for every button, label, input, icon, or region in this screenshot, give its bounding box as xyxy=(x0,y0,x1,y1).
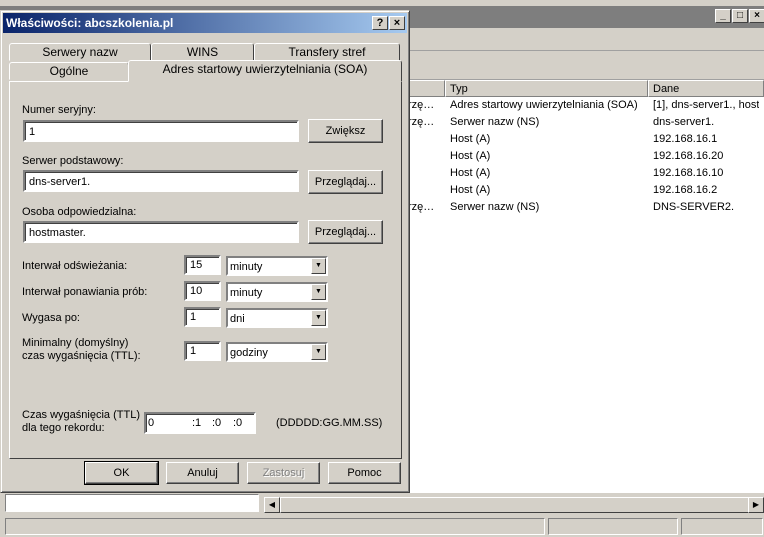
chevron-down-icon[interactable]: ▼ xyxy=(311,344,326,360)
table-row[interactable]: Host (A) 192.168.16.10 xyxy=(405,165,764,182)
minimum-ttl-input[interactable]: 1 xyxy=(184,341,221,361)
records-list[interactable]: Typ Dane rzę… Adres startowy uwierzyteln… xyxy=(405,80,764,493)
table-row[interactable]: Host (A) 192.168.16.2 xyxy=(405,182,764,199)
close-icon[interactable]: × xyxy=(749,9,764,23)
status-pane xyxy=(548,518,678,535)
browse-person-button[interactable]: Przeglądaj... xyxy=(308,220,383,244)
minimum-ttl-unit-value: godziny xyxy=(230,347,268,359)
cell-data: [1], dns-server1., host xyxy=(653,99,760,111)
help-button[interactable]: Pomoc xyxy=(328,462,401,484)
tab-soa[interactable]: Adres startowy uwierzytelniania (SOA) xyxy=(128,60,402,82)
table-row[interactable]: rzę… Serwer nazw (NS) DNS-SERVER2. xyxy=(405,199,764,216)
record-ttl-input[interactable]: 0 :1 :0 :0 xyxy=(144,412,256,434)
cell-data: dns-server1. xyxy=(653,116,715,128)
refresh-unit-value: minuty xyxy=(230,261,263,273)
maximize-icon[interactable]: □ xyxy=(732,9,748,23)
column-header-type[interactable]: Typ xyxy=(445,80,648,97)
cell-data: 192.168.16.10 xyxy=(653,167,724,179)
scroll-left-icon[interactable]: ◀ xyxy=(264,497,280,513)
cell-type: Host (A) xyxy=(450,150,491,162)
refresh-interval-label: Interwał odświeżania: xyxy=(22,260,128,272)
serial-input[interactable]: 1 xyxy=(23,120,299,142)
cell-data: 192.168.16.20 xyxy=(653,150,724,162)
ttl-days[interactable]: 0 xyxy=(148,416,154,430)
chevron-down-icon[interactable]: ▼ xyxy=(311,284,326,300)
primary-server-label: Serwer podstawowy: xyxy=(22,155,124,167)
table-row[interactable]: rzę… Serwer nazw (NS) dns-server1. xyxy=(405,114,764,131)
background-field[interactable] xyxy=(5,494,259,512)
properties-dialog: Właściwości: abcszkolenia.pl ? × Serwery… xyxy=(0,10,410,493)
ttl-seconds[interactable]: :0 xyxy=(233,416,242,430)
retry-interval-input[interactable]: 10 xyxy=(184,281,221,301)
minimum-ttl-unit-select[interactable]: godziny ▼ xyxy=(226,342,328,362)
minimum-ttl-label-line1: Minimalny (domyślny) xyxy=(22,337,129,349)
ttl-minutes[interactable]: :0 xyxy=(212,416,221,430)
expires-after-label: Wygasa po: xyxy=(22,312,80,324)
dialog-title: Właściwości: abcszkolenia.pl xyxy=(6,16,174,30)
retry-unit-value: minuty xyxy=(230,287,263,299)
refresh-unit-select[interactable]: minuty ▼ xyxy=(226,256,328,276)
minimum-ttl-label-line2: czas wygaśnięcia (TTL): xyxy=(22,350,141,362)
cell-name: rzę… xyxy=(408,99,435,111)
table-row[interactable]: Host (A) 192.168.16.20 xyxy=(405,148,764,165)
table-row[interactable]: rzę… Adres startowy uwierzytelniania (SO… xyxy=(405,97,764,114)
status-pane xyxy=(5,518,545,535)
status-bar xyxy=(0,516,764,537)
increment-button[interactable]: Zwiększ xyxy=(308,119,383,143)
serial-label: Numer seryjny: xyxy=(22,104,96,116)
responsible-person-label: Osoba odpowiedzialna: xyxy=(22,206,137,218)
ok-button[interactable]: OK xyxy=(84,461,159,485)
refresh-interval-input[interactable]: 15 xyxy=(184,255,221,275)
cell-data: 192.168.16.2 xyxy=(653,184,718,196)
cell-name: rzę… xyxy=(408,201,435,213)
cancel-button[interactable]: Anuluj xyxy=(166,462,239,484)
primary-server-input[interactable]: dns-server1. xyxy=(23,170,299,192)
expires-unit-select[interactable]: dni ▼ xyxy=(226,308,328,328)
cell-type: Serwer nazw (NS) xyxy=(450,201,540,213)
status-pane xyxy=(681,518,763,535)
cell-data: 192.168.16.1 xyxy=(653,133,718,145)
cell-name: rzę… xyxy=(408,116,435,128)
close-icon[interactable]: × xyxy=(389,16,405,30)
record-ttl-label-line1: Czas wygaśnięcia (TTL) xyxy=(22,409,140,421)
scrollbar-thumb[interactable] xyxy=(280,497,750,513)
cell-type: Host (A) xyxy=(450,184,491,196)
tab-general[interactable]: Ogólne xyxy=(9,62,129,80)
tab-name-servers[interactable]: Serwery nazw xyxy=(9,43,151,61)
soa-panel: Numer seryjny: 1 Zwiększ Serwer podstawo… xyxy=(9,81,402,459)
responsible-person-input[interactable]: hostmaster. xyxy=(23,221,299,243)
cell-type: Adres startowy uwierzytelniania (SOA) xyxy=(450,99,638,111)
cell-data: DNS-SERVER2. xyxy=(653,201,735,213)
tab-wins[interactable]: WINS xyxy=(151,43,254,61)
ttl-hours[interactable]: :1 xyxy=(192,416,201,430)
horizontal-scrollbar[interactable]: ◀ ▶ xyxy=(264,497,764,513)
table-row[interactable]: Host (A) 192.168.16.1 xyxy=(405,131,764,148)
browse-server-button[interactable]: Przeglądaj... xyxy=(308,170,383,194)
minimize-icon[interactable]: _ xyxy=(715,9,731,23)
chevron-down-icon[interactable]: ▼ xyxy=(311,310,326,326)
chevron-down-icon[interactable]: ▼ xyxy=(311,258,326,274)
retry-interval-label: Interwał ponawiania prób: xyxy=(22,286,148,298)
dialog-titlebar[interactable]: Właściwości: abcszkolenia.pl ? × xyxy=(3,13,407,33)
cell-type: Serwer nazw (NS) xyxy=(450,116,540,128)
expires-after-input[interactable]: 1 xyxy=(184,307,221,327)
expires-unit-value: dni xyxy=(230,313,245,325)
help-icon[interactable]: ? xyxy=(372,16,388,30)
records-list-header: Typ Dane xyxy=(405,80,764,97)
scroll-right-icon[interactable]: ▶ xyxy=(748,497,764,513)
cell-type: Host (A) xyxy=(450,133,491,145)
apply-button[interactable]: Zastosuj xyxy=(247,462,320,484)
record-ttl-label-line2: dla tego rekordu: xyxy=(22,422,105,434)
ttl-format-hint: (DDDDD:GG.MM.SS) xyxy=(276,417,383,429)
tab-zone-transfers[interactable]: Transfery stref xyxy=(254,43,400,61)
cell-type: Host (A) xyxy=(450,167,491,179)
retry-unit-select[interactable]: minuty ▼ xyxy=(226,282,328,302)
column-header-data[interactable]: Dane xyxy=(648,80,764,97)
column-header-name[interactable] xyxy=(405,80,445,97)
